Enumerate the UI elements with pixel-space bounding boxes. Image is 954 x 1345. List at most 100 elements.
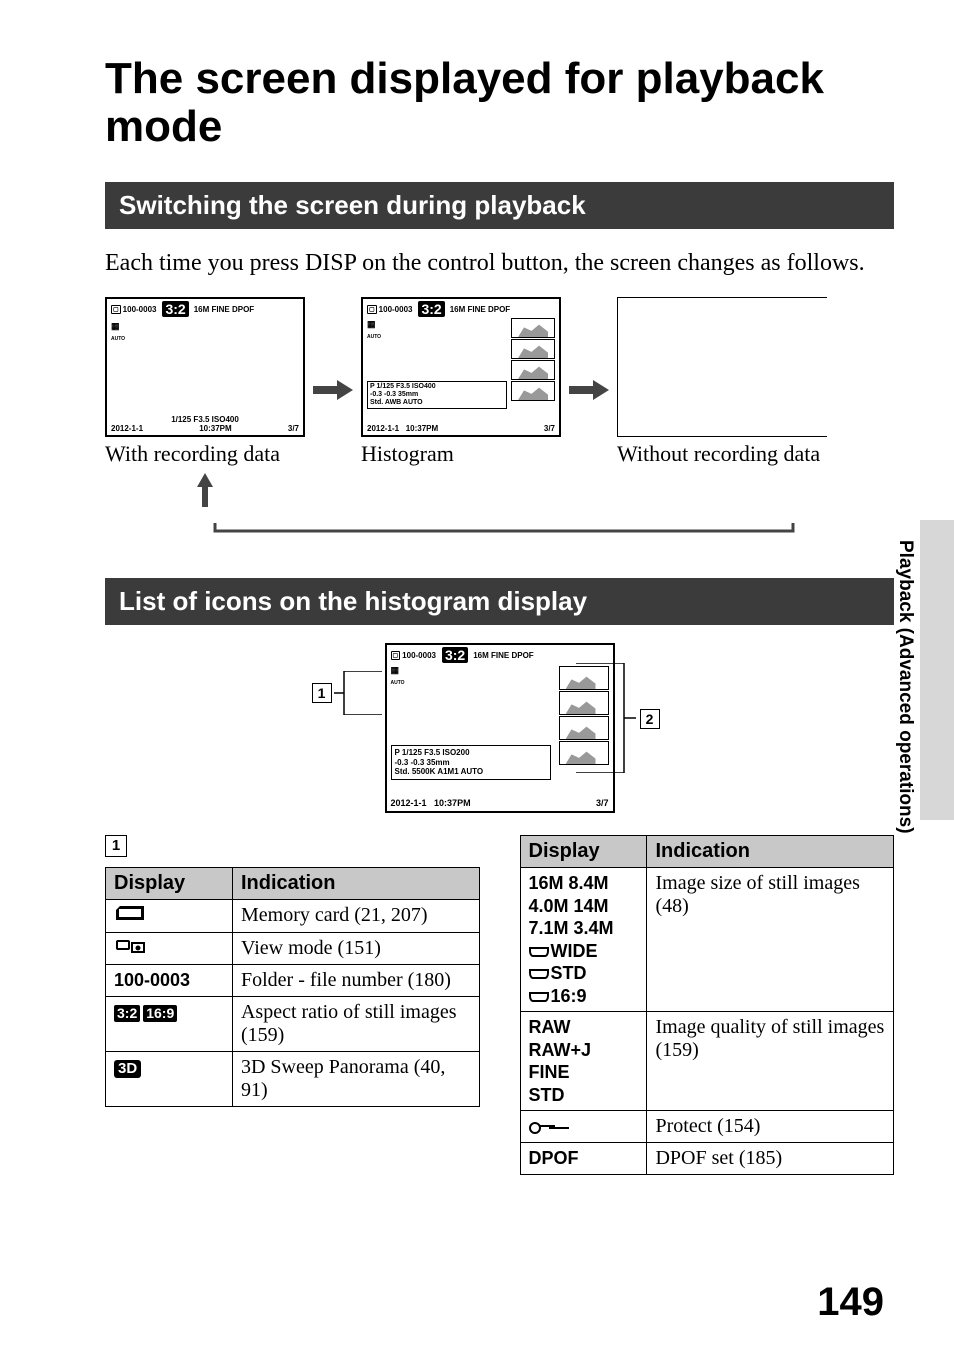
screen-with-recording-data: ▢ 100-0003 3:2 16M FINE DPOF ▦AUTO 1/125… <box>105 297 305 437</box>
callout-1: 1 <box>312 683 332 703</box>
cell-display <box>520 1111 647 1143</box>
shot-date: 2012-1-1 <box>367 424 399 433</box>
loop-arrow-up-icon <box>195 473 215 512</box>
shot-counter: 3/7 <box>544 424 555 433</box>
3d-icon: 3D <box>114 1060 141 1079</box>
shot-date: 2012-1-1 <box>391 798 427 808</box>
histo-line2: -0.3 -0.3 35mm <box>395 758 547 768</box>
folder-file: 100-0003 <box>379 305 413 314</box>
protect-key-icon <box>529 1120 557 1132</box>
folder-file: 100-0003 <box>402 651 436 660</box>
shot-time: 10:37PM <box>434 798 471 808</box>
page-content: The screen displayed for playback mode S… <box>0 0 954 1195</box>
top-right-info: 16M FINE DPOF <box>473 651 533 660</box>
cell-display: RAW RAW+J FINE STD <box>520 1012 647 1111</box>
cell-indication: Image quality of still images (159) <box>647 1012 894 1111</box>
cell-indication: DPOF set (185) <box>647 1143 894 1175</box>
arrow-right-icon <box>313 378 353 402</box>
table1-number: 1 <box>105 835 127 857</box>
page-number: 149 <box>817 1280 884 1325</box>
table-row: 3D 3D Sweep Panorama (40, 91) <box>106 1051 480 1106</box>
histogram-mini-icon <box>511 339 555 359</box>
histo-line3: Std. 5500K A1M1 AUTO <box>395 767 547 777</box>
section-tab <box>920 520 954 820</box>
card-icon: ▢ <box>111 305 121 314</box>
shot-date: 2012-1-1 <box>111 424 143 433</box>
panorama-icon <box>529 992 549 1002</box>
screen2-caption: Histogram <box>361 441 454 467</box>
histogram-mini-icon <box>511 360 555 380</box>
callout-2: 2 <box>640 709 660 729</box>
cell-display: 3D <box>106 1051 233 1106</box>
section-heading-1: Switching the screen during playback <box>105 182 894 229</box>
panorama-icon <box>529 947 549 957</box>
page-title: The screen displayed for playback mode <box>105 55 894 152</box>
cell-indication: 3D Sweep Panorama (40, 91) <box>232 1051 479 1106</box>
table-row: RAW RAW+J FINE STD Image quality of stil… <box>520 1012 894 1111</box>
folder-file: 100-0003 <box>123 305 157 314</box>
table-row: 16M 8.4M 4.0M 14M 7.1M 3.4M WIDE STD 16:… <box>520 868 894 1012</box>
cell-display <box>106 900 233 933</box>
histogram-mini-icon <box>511 381 555 401</box>
histo-line3: Std. AWB AUTO <box>370 399 504 407</box>
table-row: DPOF DPOF set (185) <box>520 1143 894 1175</box>
panorama-icon <box>529 969 549 979</box>
th-indication: Indication <box>647 836 894 868</box>
cell-indication: Aspect ratio of still images (159) <box>232 996 479 1051</box>
table-row: Protect (154) <box>520 1111 894 1143</box>
cell-display: 3:216:9 <box>106 996 233 1051</box>
auto-icon: ▦AUTO <box>107 319 303 344</box>
card-icon: ▢ <box>391 651 401 660</box>
shot-counter: 3/7 <box>596 798 609 808</box>
th-display: Display <box>106 868 233 900</box>
screen1-caption: With recording data <box>105 441 280 467</box>
callout-bracket-icon <box>576 663 636 773</box>
cell-indication: View mode (151) <box>232 932 479 964</box>
ratio-16-9-icon: 16:9 <box>143 1005 177 1023</box>
ratio-3-2-icon: 3:2 <box>114 1005 140 1023</box>
loop-line-icon <box>205 523 905 539</box>
shot-time: 10:37PM <box>199 424 231 433</box>
th-indication: Indication <box>232 868 479 900</box>
cell-indication: Protect (154) <box>647 1111 894 1143</box>
histogram-mini-icon <box>511 318 555 338</box>
shot-time: 10:37PM <box>406 424 438 433</box>
section-side-label: Playback (Advanced operations) <box>894 540 916 834</box>
cell-indication: Image size of still images (48) <box>647 868 894 1012</box>
cell-indication: Memory card (21, 207) <box>232 900 479 933</box>
screen-cycle-diagram: ▢ 100-0003 3:2 16M FINE DPOF ▦AUTO 1/125… <box>105 297 894 512</box>
screen3-caption: Without recording data <box>617 441 820 467</box>
card-icon: ▢ <box>367 305 377 314</box>
icon-table-1: Display Indication Memory card (21, 207)… <box>105 867 480 1107</box>
histo-line1: P 1/125 F3.5 ISO200 <box>395 748 547 758</box>
top-right-info: 16M FINE DPOF <box>194 305 254 314</box>
cell-indication: Folder - file number (180) <box>232 964 479 996</box>
icon-table-2: Display Indication 16M 8.4M 4.0M 14M 7.1… <box>520 835 895 1175</box>
cell-display: DPOF <box>520 1143 647 1175</box>
th-display: Display <box>520 836 647 868</box>
histo-line2: -0.3 -0.3 35mm <box>370 391 504 399</box>
ratio-icon: 3:2 <box>418 301 444 317</box>
169-label: 16:9 <box>551 986 587 1006</box>
histogram-illustration: 1 ▢ 100-0003 3:2 16M FINE DPOF ▦AUTO P 1… <box>320 643 680 813</box>
memory-card-icon <box>114 904 148 922</box>
arrow-right-icon <box>569 378 609 402</box>
callout-bracket-icon <box>334 671 384 715</box>
screen-without-recording-data <box>617 297 827 437</box>
std-label: STD <box>551 963 587 983</box>
cell-display: 16M 8.4M 4.0M 14M 7.1M 3.4M WIDE STD 16:… <box>520 868 647 1012</box>
table-row: 3:216:9 Aspect ratio of still images (15… <box>106 996 480 1051</box>
view-mode-icon <box>114 938 148 954</box>
table-row: 100-0003 Folder - file number (180) <box>106 964 480 996</box>
top-right-info: 16M FINE DPOF <box>450 305 510 314</box>
section-heading-2: List of icons on the histogram display <box>105 578 894 625</box>
ratio-icon: 3:2 <box>162 301 188 317</box>
ratio-icon: 3:2 <box>442 647 468 663</box>
table-row: View mode (151) <box>106 932 480 964</box>
histo-line1: P 1/125 F3.5 ISO400 <box>370 383 504 391</box>
size-text: 16M 8.4M 4.0M 14M 7.1M 3.4M <box>529 873 614 938</box>
wide-label: WIDE <box>551 941 598 961</box>
shot-counter: 3/7 <box>288 424 299 433</box>
cell-display: 100-0003 <box>106 964 233 996</box>
intro-paragraph: Each time you press DISP on the control … <box>105 247 894 279</box>
